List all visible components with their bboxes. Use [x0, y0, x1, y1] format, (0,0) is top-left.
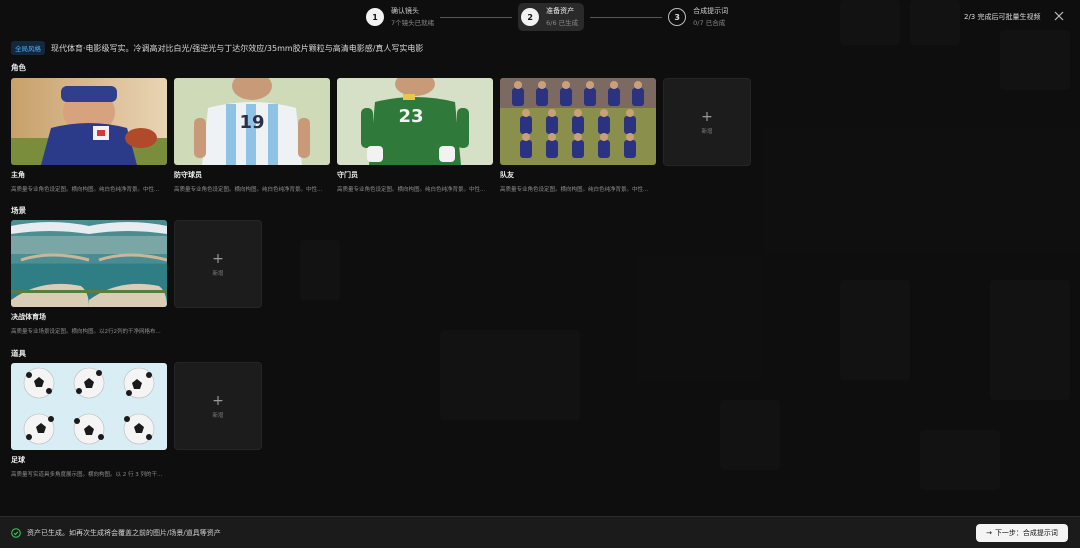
step-1-number: 1 [366, 8, 384, 26]
asset-card-defender[interactable]: 19 防守球员 高质量专业角色设定图。横向构图。纯白色纯净背景。中性... [174, 78, 330, 193]
plus-icon: + [701, 108, 713, 125]
step-1-title: 确认镜头 [391, 7, 419, 15]
step-2[interactable]: 2 准备资产 6/6 已生成 [518, 3, 585, 31]
step-3[interactable]: 3 合成提示词 0/7 已合成 [668, 6, 728, 28]
status-message-text: 资产已生成。如再次生成将会覆盖之前的图片/场景/道具等资产 [27, 529, 221, 537]
asset-card-protagonist[interactable]: 主角 高质量专业角色设定图。横向构图。纯白色纯净背景。中性... [11, 78, 167, 193]
next-step-button[interactable]: → 下一步：合成提示词 [976, 524, 1068, 542]
asset-card-football[interactable]: 足球 高质量写实道具多角度展示图。横向构图。以 2 行 3 列的干... [11, 363, 167, 478]
step-2-number: 2 [521, 8, 540, 26]
step-connector [440, 16, 513, 18]
add-prop-button[interactable]: + 新增 [174, 362, 262, 450]
step-connector [590, 16, 663, 18]
close-icon [1054, 11, 1064, 21]
asset-description: 高质量写实道具多角度展示图。横向构图。以 2 行 3 列的干... [11, 472, 163, 478]
plus-icon: + [212, 392, 224, 409]
step-2-subtitle: 6/6 已生成 [546, 19, 579, 27]
asset-name: 决战体育场 [11, 313, 46, 321]
asset-description: 高质量专业角色设定图。横向构图。纯白色纯净背景。中性... [11, 187, 160, 193]
bottom-action-bar: 资产已生成。如再次生成将会覆盖之前的图片/场景/道具等资产 → 下一步：合成提示… [0, 516, 1080, 548]
step-1-subtitle: 7个镜头已就绪 [391, 19, 435, 27]
asset-name: 队友 [500, 171, 514, 179]
asset-thumbnail[interactable] [11, 363, 167, 450]
section-title-characters: 角色 [11, 63, 26, 72]
asset-thumbnail[interactable] [11, 78, 167, 165]
check-circle-icon [11, 528, 21, 538]
section-title-scenes: 场景 [11, 206, 26, 215]
step-2-title: 准备资产 [546, 7, 575, 15]
section-title-props: 道具 [11, 349, 26, 358]
asset-thumbnail[interactable] [500, 78, 656, 165]
asset-card-teammates[interactable]: 队友 高质量专业角色设定图。横向构图。纯白色纯净背景。中性... [500, 78, 656, 193]
progress-stepper: 1 确认镜头 7个镜头已就绪 2 准备资产 6/6 已生成 3 合成提示词 0/… [366, 3, 728, 31]
global-style-tag: 全局风格 [11, 41, 45, 55]
asset-description: 高质量专业场景设定图。横向构图。以2行2列的干净网格布... [11, 329, 161, 335]
svg-text:23: 23 [398, 106, 423, 127]
asset-description: 高质量专业角色设定图。横向构图。纯白色纯净背景。中性... [500, 187, 649, 193]
asset-thumbnail[interactable]: 23 [337, 78, 493, 165]
status-message: 资产已生成。如再次生成将会覆盖之前的图片/场景/道具等资产 [11, 528, 221, 538]
asset-name: 主角 [11, 171, 25, 179]
step-1[interactable]: 1 确认镜头 7个镜头已就绪 [366, 6, 434, 28]
plus-icon: + [212, 250, 224, 267]
svg-text:19: 19 [239, 112, 264, 133]
global-style-text: 现代体育·电影级写实。冷调高对比白光/强逆光与丁达尔效应/35mm胶片颗粒与高清… [51, 43, 424, 53]
add-label: 新增 [212, 270, 224, 277]
add-label: 新增 [212, 412, 224, 419]
step-3-title: 合成提示词 [693, 7, 729, 15]
asset-description: 高质量专业角色设定图。横向构图。纯白色纯净背景。中性... [174, 187, 323, 193]
asset-name: 防守球员 [174, 171, 202, 179]
batch-status-text: 2/3 完成后可批量生视频 [964, 13, 1041, 21]
asset-thumbnail[interactable] [11, 220, 167, 307]
global-style-bar: 全局风格 现代体育·电影级写实。冷调高对比白光/强逆光与丁达尔效应/35mm胶片… [11, 41, 423, 55]
next-step-label: 下一步：合成提示词 [994, 529, 1058, 537]
arrow-right-icon: → [986, 529, 992, 537]
add-scene-button[interactable]: + 新增 [174, 220, 262, 308]
asset-card-stadium[interactable]: 决战体育场 高质量专业场景设定图。横向构图。以2行2列的干净网格布... [11, 220, 167, 335]
asset-thumbnail[interactable]: 19 [174, 78, 330, 165]
close-button[interactable] [1052, 8, 1066, 22]
step-3-subtitle: 0/7 已合成 [693, 19, 726, 27]
asset-card-goalkeeper[interactable]: 23 守门员 高质量专业角色设定图。横向构图。纯白色纯净背景。中性... [337, 78, 493, 193]
asset-description: 高质量专业角色设定图。横向构图。纯白色纯净背景。中性... [337, 187, 486, 193]
asset-name: 守门员 [337, 171, 358, 179]
step-3-number: 3 [668, 8, 687, 26]
asset-name: 足球 [11, 456, 25, 464]
add-character-button[interactable]: + 新增 [663, 78, 751, 166]
add-label: 新增 [701, 128, 713, 135]
